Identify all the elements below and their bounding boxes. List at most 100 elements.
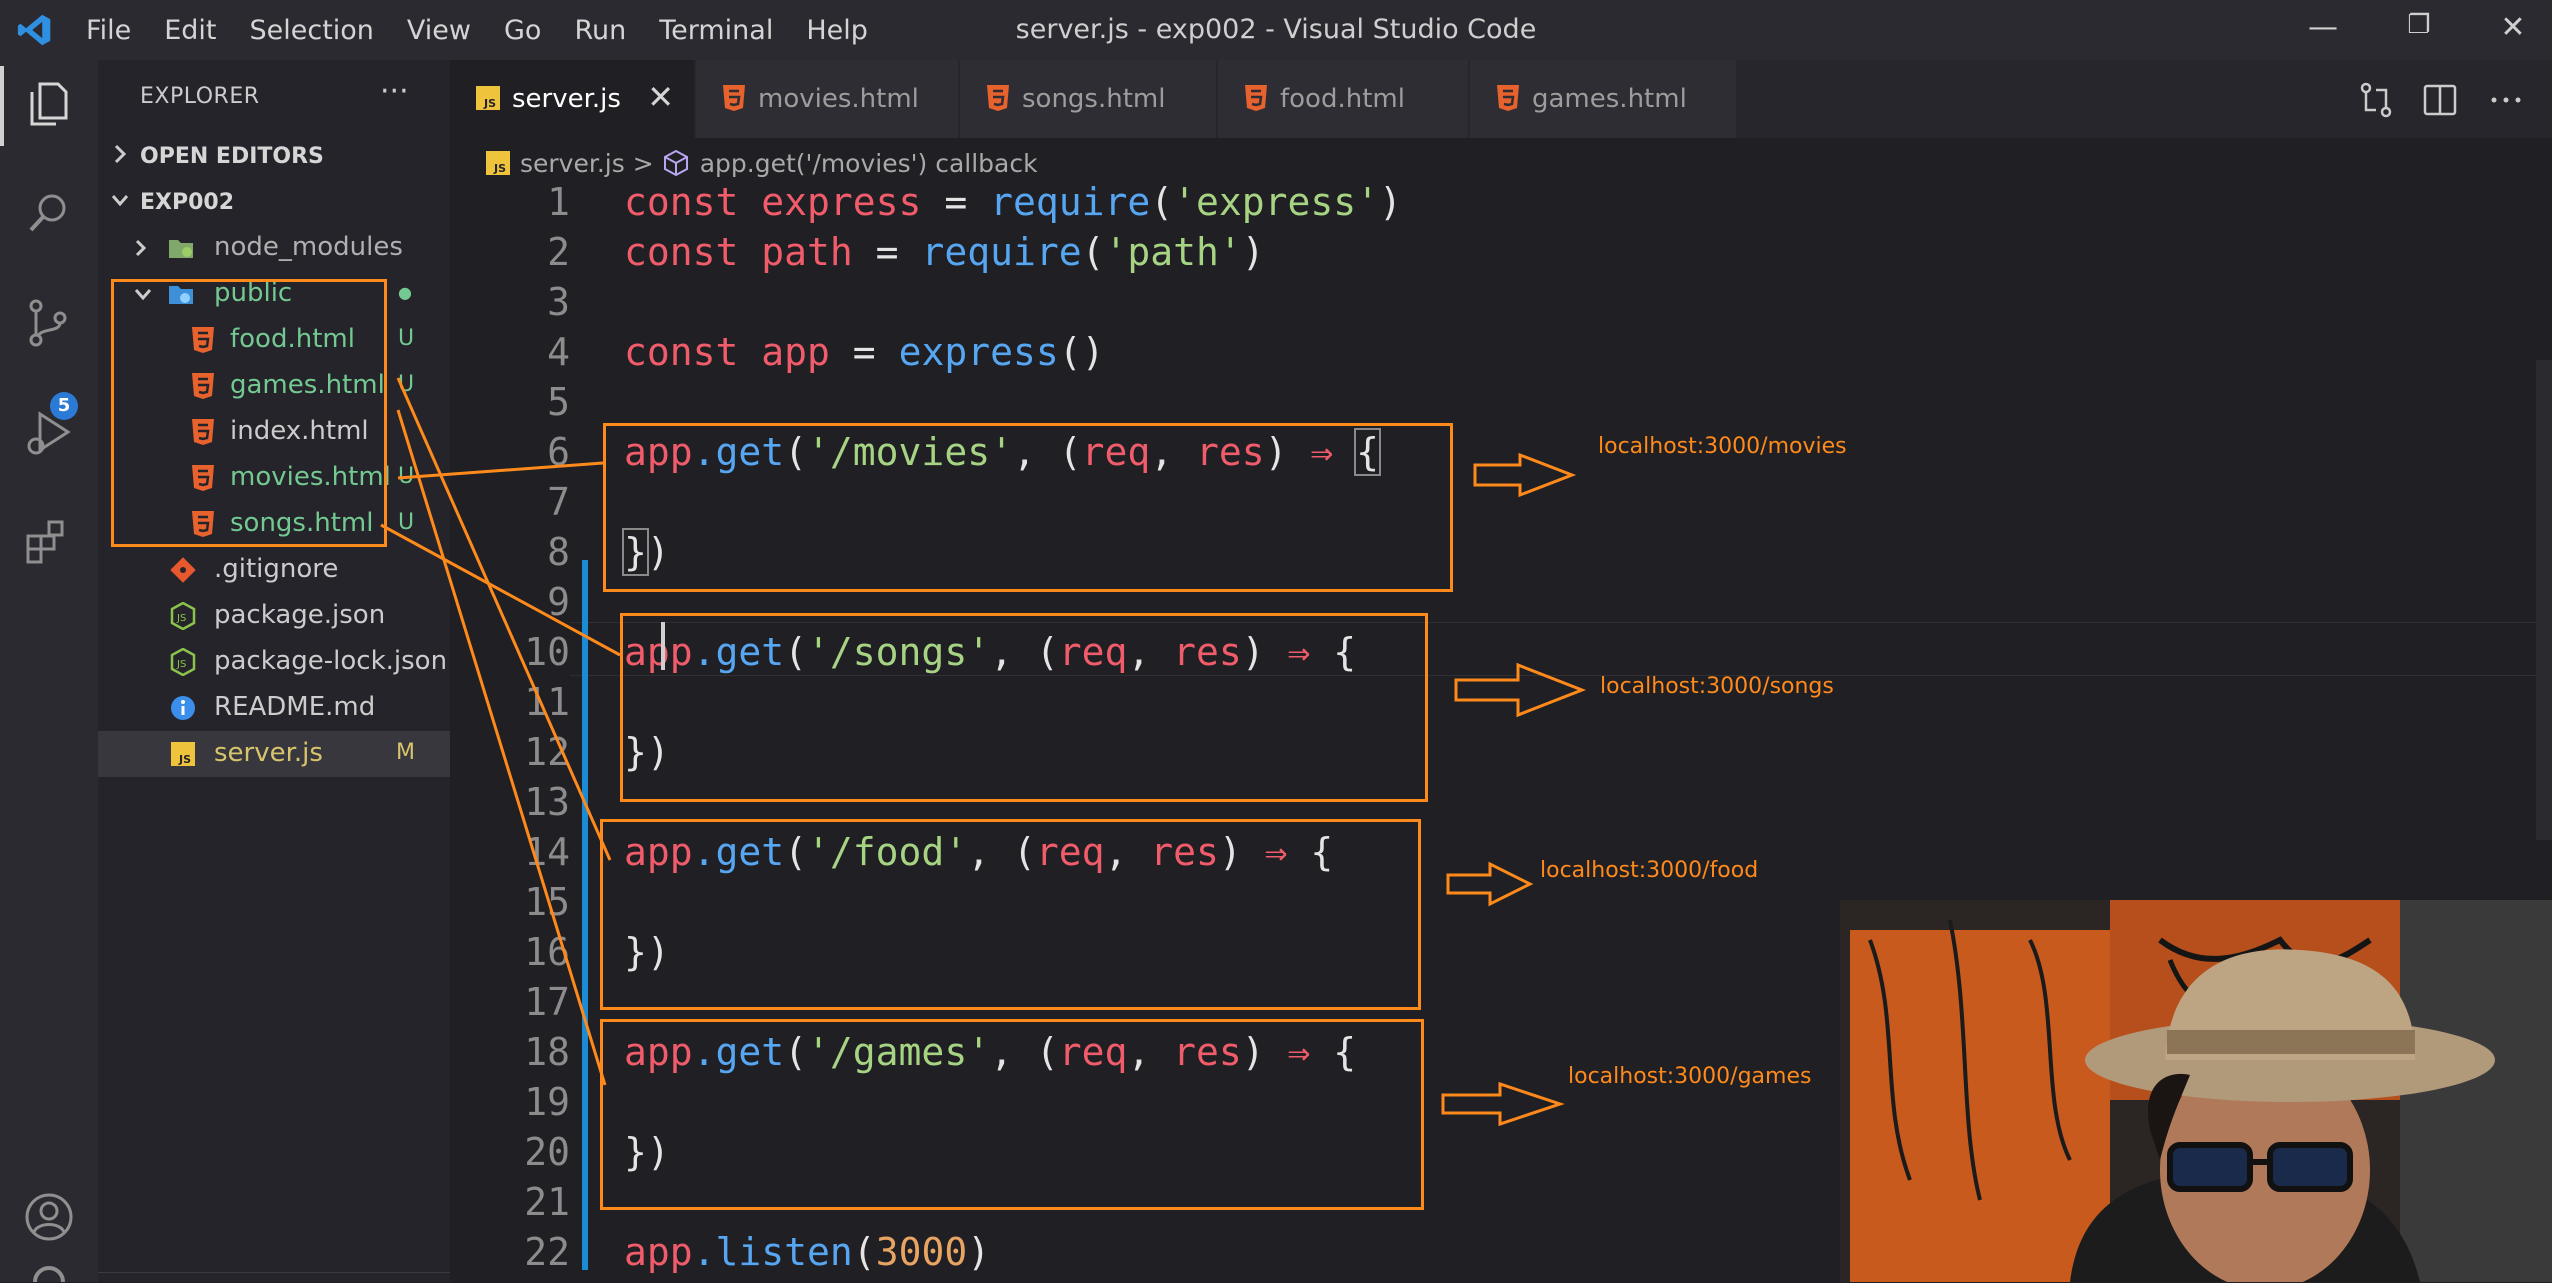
line-number: 20: [524, 1130, 570, 1174]
tree-item-readme[interactable]: README.md: [98, 685, 450, 731]
project-label: EXP002: [140, 190, 235, 215]
source-control-icon[interactable]: [22, 296, 76, 350]
run-debug-icon[interactable]: [22, 406, 76, 460]
open-editors-label: OPEN EDITORS: [140, 144, 324, 169]
line-number: 15: [524, 880, 570, 924]
explorer-icon[interactable]: [22, 76, 76, 130]
tree-item-label: node_modules: [214, 232, 403, 262]
open-changes-icon[interactable]: [2356, 80, 2396, 120]
tree-item-gitignore[interactable]: .gitignore: [98, 547, 450, 593]
token-operator: =: [852, 230, 922, 274]
line-number: 8: [547, 530, 570, 574]
javascript-icon: JS: [171, 742, 195, 766]
line-number: 17: [524, 980, 570, 1024]
annotation-songs-url: localhost:3000/songs: [1600, 674, 1834, 699]
search-icon[interactable]: [22, 186, 76, 240]
tab-label: games.html: [1532, 84, 1687, 114]
tab-songs-html[interactable]: songs.html: [960, 60, 1216, 138]
food-route-box: [600, 819, 1421, 1010]
modified-lines-gutter: [582, 560, 588, 1270]
folder-node-icon: [169, 240, 193, 258]
chevron-right-icon: [135, 239, 147, 257]
project-section[interactable]: EXP002: [98, 180, 450, 224]
tree-item-node-modules[interactable]: node_modules: [98, 225, 450, 271]
line-number: 18: [524, 1030, 570, 1074]
token-string: 'path': [1104, 230, 1242, 274]
line-number: 13: [524, 780, 570, 824]
tab-label: server.js: [512, 84, 621, 114]
tree-item-server-js[interactable]: JS server.js M: [98, 731, 450, 777]
nodejs-icon: JS: [170, 602, 196, 630]
line-number: 16: [524, 930, 570, 974]
more-actions-icon[interactable]: [2486, 80, 2526, 120]
git-icon: [170, 557, 196, 583]
split-editor-icon[interactable]: [2420, 80, 2460, 120]
token-keyword: const: [624, 230, 739, 274]
tab-movies-html[interactable]: movies.html: [696, 60, 958, 138]
token-function: require: [990, 180, 1151, 224]
line-number: 2: [547, 230, 570, 274]
svg-text:JS: JS: [493, 162, 506, 175]
line-number: 21: [524, 1180, 570, 1224]
extensions-icon[interactable]: [22, 516, 76, 570]
breadcrumb-symbol[interactable]: app.get('/movies') callback: [700, 149, 1038, 178]
scrollbar[interactable]: [2536, 360, 2552, 840]
token-keyword: const: [624, 180, 739, 224]
html5-icon: [987, 85, 1009, 111]
tab-food-html[interactable]: food.html: [1218, 60, 1468, 138]
line-number: 3: [547, 280, 570, 324]
open-editors-section[interactable]: OPEN EDITORS: [98, 134, 450, 178]
outline-section[interactable]: [98, 1272, 450, 1283]
line-number: 1: [547, 180, 570, 224]
chevron-right-icon: [114, 144, 127, 164]
line-number: 6: [547, 430, 570, 474]
tab-server-js[interactable]: JS server.js ✕: [450, 60, 694, 138]
explorer-title: EXPLORER: [140, 84, 260, 109]
tree-item-package-lock-json[interactable]: JS package-lock.json: [98, 639, 450, 685]
minimize-button[interactable]: —: [2298, 10, 2348, 50]
account-icon[interactable]: [22, 1190, 76, 1244]
settings-icon[interactable]: [22, 1260, 76, 1282]
songs-route-box: [620, 613, 1428, 802]
annotation-movies-url: localhost:3000/movies: [1598, 434, 1847, 459]
token-variable: app: [761, 330, 830, 374]
symbol-method-icon: [663, 149, 688, 177]
movies-route-box: [603, 423, 1453, 592]
window-title: server.js - exp002 - Visual Studio Code: [1015, 14, 1537, 45]
line-number: 7: [547, 480, 570, 524]
breadcrumb-file[interactable]: server.js: [520, 149, 625, 178]
explorer-more-button[interactable]: ···: [380, 74, 409, 109]
tree-item-package-json[interactable]: JS package.json: [98, 593, 450, 639]
line-number: 19: [524, 1080, 570, 1124]
svg-text:JS: JS: [178, 753, 191, 766]
token-variable: express: [761, 180, 922, 224]
line-number: 12: [524, 730, 570, 774]
webcam-presenter-image: [1840, 900, 2552, 1282]
breadcrumb: JS server.js > app.get('/movies') callba…: [486, 142, 1038, 184]
status-untracked: U: [398, 510, 415, 535]
tree-item-label: server.js: [214, 738, 323, 768]
games-route-box: [600, 1019, 1424, 1210]
token-function: express: [898, 330, 1059, 374]
untracked-dot: ●: [398, 283, 412, 302]
code-line-2: const path = require('path'): [624, 230, 1265, 274]
tree-item-label: package.json: [214, 600, 386, 630]
status-untracked: U: [398, 464, 415, 489]
token-variable: path: [761, 230, 853, 274]
tree-item-label: README.md: [214, 692, 376, 722]
tab-label: food.html: [1280, 84, 1405, 114]
restore-button[interactable]: ❐: [2394, 10, 2444, 50]
tab-bar: JS server.js ✕ movies.html songs.html fo…: [450, 60, 2552, 138]
info-icon: [171, 696, 195, 720]
token-string: 'express': [1173, 180, 1380, 224]
tab-label: movies.html: [758, 84, 919, 114]
tab-games-html[interactable]: games.html: [1470, 60, 1736, 138]
line-number: 14: [524, 830, 570, 874]
title-bar: File Edit Selection View Go Run Terminal…: [0, 0, 2552, 60]
token-operator: =: [829, 330, 899, 374]
html5-icon: [1497, 85, 1519, 111]
code-line-1: const express = require('express'): [624, 180, 1402, 224]
close-window-button[interactable]: ✕: [2488, 10, 2538, 50]
close-tab-icon[interactable]: ✕: [647, 78, 674, 116]
tab-label: songs.html: [1022, 84, 1166, 114]
